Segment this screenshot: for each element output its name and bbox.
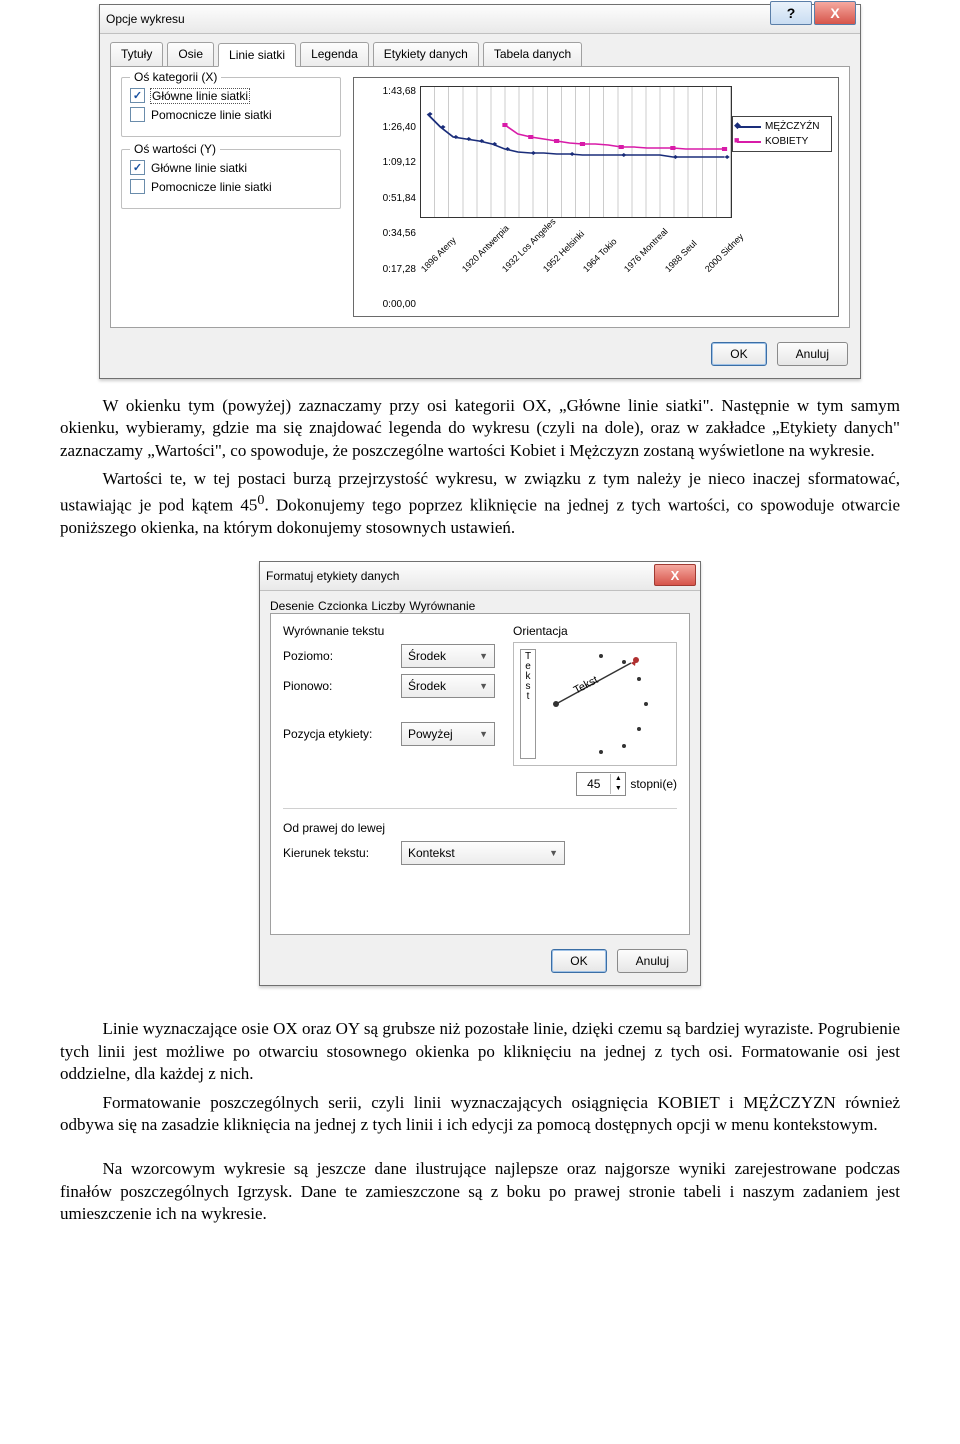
format-labels-dialog: Formatuj etykiety danych X Desenie Czcio… [259,561,701,986]
label-x-major: Główne linie siatki [151,89,249,103]
checkbox-y-major[interactable] [130,160,145,175]
paragraph-3: Linie wyznaczające osie OX oraz OY są gr… [60,1018,900,1085]
paragraph-2: Wartości te, w tej postaci burzą przejrz… [60,468,900,539]
orientation-dial[interactable]: Tekst [542,649,670,759]
tab-datalabels[interactable]: Etykiety danych [373,42,479,66]
close-button[interactable]: X [814,1,856,25]
legend-box: MĘŻCZYŹN KOBIETY [732,116,832,152]
legend-men: MĘŻCZYŹN [765,121,819,132]
dropdown-text-direction[interactable]: Kontekst▼ [401,841,565,865]
label-horizontal: Poziomo: [283,649,393,663]
dropdown-position[interactable]: Powyżej▼ [401,722,495,746]
help-button[interactable]: ? [770,1,812,25]
chart-preview: 1:43,68 1:26,40 1:09,12 0:51,84 0:34,56 … [353,77,839,317]
x-ticks: 1896 Ateny 1920 Antwerpia 1932 Los Angel… [420,218,732,276]
label-text-direction: Kierunek tekstu: [283,846,393,860]
category-x-group: Oś kategorii (X) Główne linie siatki Pom… [121,77,341,137]
cancel-button[interactable]: Anuluj [777,342,848,366]
ok-button[interactable]: OK [551,949,606,973]
section-text-alignment: Wyrównanie tekstu [283,624,495,638]
group-y-title: Oś wartości (Y) [130,142,220,156]
section-orientation: Orientacja [513,624,677,638]
ytick: 0:00,00 [360,299,416,310]
plot-area [420,86,732,218]
tab-datatable[interactable]: Tabela danych [483,42,582,66]
degrees-spinner[interactable]: 45 ▲▼ [576,772,626,796]
legend-women: KOBIETY [765,136,808,147]
chevron-down-icon: ▼ [479,681,488,691]
chevron-down-icon: ▼ [479,651,488,661]
xtick: 1952 Helsinki [541,229,586,274]
xtick: 1964 Tokio [581,236,619,274]
tab-gridlines[interactable]: Linie siatki [218,43,296,67]
tab-patterns[interactable]: Desenie [270,599,314,613]
tab-row: Tytuły Osie Linie siatki Legenda Etykiet… [100,34,860,66]
chevron-down-icon: ▼ [549,848,558,858]
degrees-label: stopni(e) [630,777,677,791]
dropdown-vertical[interactable]: Środek▼ [401,674,495,698]
tab-axes[interactable]: Osie [167,42,214,66]
ytick: 0:34,56 [360,228,416,239]
legend-swatch-men [737,126,761,128]
label-x-minor: Pomocnicze linie siatki [151,108,272,122]
xtick: 2000 Sidney [703,232,745,274]
spinner-up-icon[interactable]: ▲ [611,774,625,784]
paragraph-1: W okienku tym (powyżej) zaznaczamy przy … [60,395,900,462]
label-y-minor: Pomocnicze linie siatki [151,180,272,194]
help-icon: ? [787,5,796,21]
paragraph-5: Na wzorcowym wykresie są jeszcze dane il… [60,1158,900,1225]
paragraph-4: Formatowanie poszczególnych serii, czyli… [60,1092,900,1137]
label-vertical: Pionowo: [283,679,393,693]
xtick: 1896 Ateny [419,235,458,274]
tab-legend[interactable]: Legenda [300,42,369,66]
ytick: 1:09,12 [360,157,416,168]
orientation-vertical-text: T e k s t [520,649,536,759]
dialog-title: Opcje wykresu [106,12,185,26]
dialog2-titlebar: Formatuj etykiety danych X [260,562,700,591]
tab-alignment[interactable]: Wyrównanie [409,599,475,613]
ytick: 1:26,40 [360,122,416,133]
ytick: 1:43,68 [360,86,416,97]
group-x-title: Oś kategorii (X) [130,70,221,84]
close-icon: X [830,5,839,21]
dialog2-title: Formatuj etykiety danych [266,569,399,583]
value-y-group: Oś wartości (Y) Główne linie siatki Pomo… [121,149,341,209]
close-button[interactable]: X [654,564,696,586]
dialog-titlebar: Opcje wykresu ? X [100,5,860,34]
dropdown-horizontal[interactable]: Środek▼ [401,644,495,668]
orientation-control[interactable]: T e k s t [513,642,677,766]
y-ticks: 1:43,68 1:26,40 1:09,12 0:51,84 0:34,56 … [360,86,420,310]
tab-titles[interactable]: Tytuły [110,42,163,66]
ok-button[interactable]: OK [711,342,766,366]
checkbox-y-minor[interactable] [130,179,145,194]
close-icon: X [671,568,680,583]
section-rtl: Od prawej do lewej [283,821,677,835]
chart-options-dialog: Opcje wykresu ? X Tytuły Osie Linie siat… [99,4,861,379]
spinner-down-icon[interactable]: ▼ [611,784,625,794]
ytick: 0:51,84 [360,193,416,204]
ytick: 0:17,28 [360,264,416,275]
legend-swatch-women [737,141,761,143]
xtick: 1988 Seul [663,238,699,274]
label-position: Pozycja etykiety: [283,727,393,741]
orientation-text-label: Tekst [572,674,600,697]
checkbox-x-minor[interactable] [130,107,145,122]
label-y-major: Główne linie siatki [151,161,247,175]
tab-font[interactable]: Czcionka [318,599,367,613]
cancel-button[interactable]: Anuluj [617,949,688,973]
checkbox-x-major[interactable] [130,88,145,103]
tab-numbers[interactable]: Liczby [371,599,405,613]
chevron-down-icon: ▼ [479,729,488,739]
